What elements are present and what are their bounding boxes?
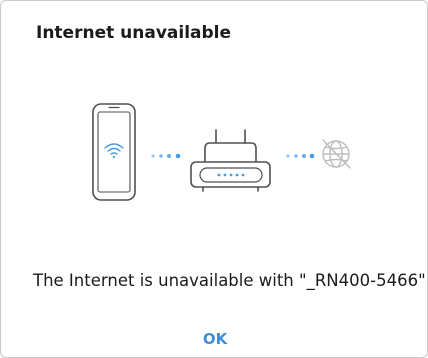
- router-icon: [190, 129, 271, 192]
- connection-dots-left: [151, 153, 181, 159]
- phone-icon: [92, 103, 136, 201]
- connection-dots-right: [286, 153, 315, 159]
- internet-unavailable-dialog: Internet unavailable The Internet is una…: [0, 0, 428, 358]
- dialog-title: Internet unavailable: [36, 23, 232, 43]
- ok-button[interactable]: OK: [175, 325, 255, 353]
- connection-illustration: [92, 103, 351, 201]
- wifi-icon: [104, 143, 124, 159]
- no-internet-globe-icon: [322, 139, 351, 169]
- dialog-message: The Internet is unavailable with "_RN400…: [33, 271, 428, 290]
